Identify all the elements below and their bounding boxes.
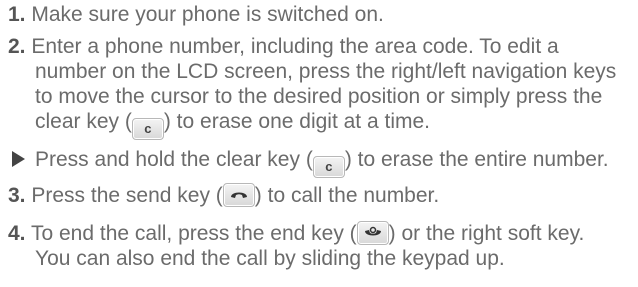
step-2-line-4: clear key (c) to erase one digit at a ti… [0,107,638,140]
step-text: To end the call, press the end key ( [30,222,357,245]
step-text: ) to erase one digit at a time. [163,110,430,133]
step-text: number on the LCD screen, press the righ… [35,60,617,83]
step-text: Make sure your phone is switched on. [31,3,384,26]
step-text: You can also end the call by sliding the… [35,247,505,270]
step-text: Press the send key ( [31,184,223,207]
step-text: ) to call the number. [254,184,440,207]
step-text: Enter a phone number, including the area… [31,35,559,58]
tip-text: ) to erase the entire number. [344,148,609,171]
tip: Press and hold the clear key (c) to eras… [0,145,638,178]
step-1: 1. Make sure your phone is switched on. [0,0,638,30]
step-number: 2. [8,35,26,58]
send-key-icon [222,183,255,207]
step-number: 1. [8,3,26,26]
step-number: 4. [8,222,26,245]
step-3: 3. Press the send key ( ) to call the num… [0,181,638,211]
end-key-icon [356,221,389,245]
step-number: 3. [8,184,26,207]
play-arrow-icon [12,151,25,167]
tip-text: Press and hold the clear key ( [35,148,313,171]
clear-key-icon: c [131,118,164,140]
step-text: ) or the right soft key. [388,222,585,245]
step-4-line-2: You can also end the call by sliding the… [0,244,638,274]
clear-key-icon: c [312,156,345,178]
step-text: clear key ( [35,110,132,133]
step-text: to move the cursor to the desired positi… [35,85,603,108]
